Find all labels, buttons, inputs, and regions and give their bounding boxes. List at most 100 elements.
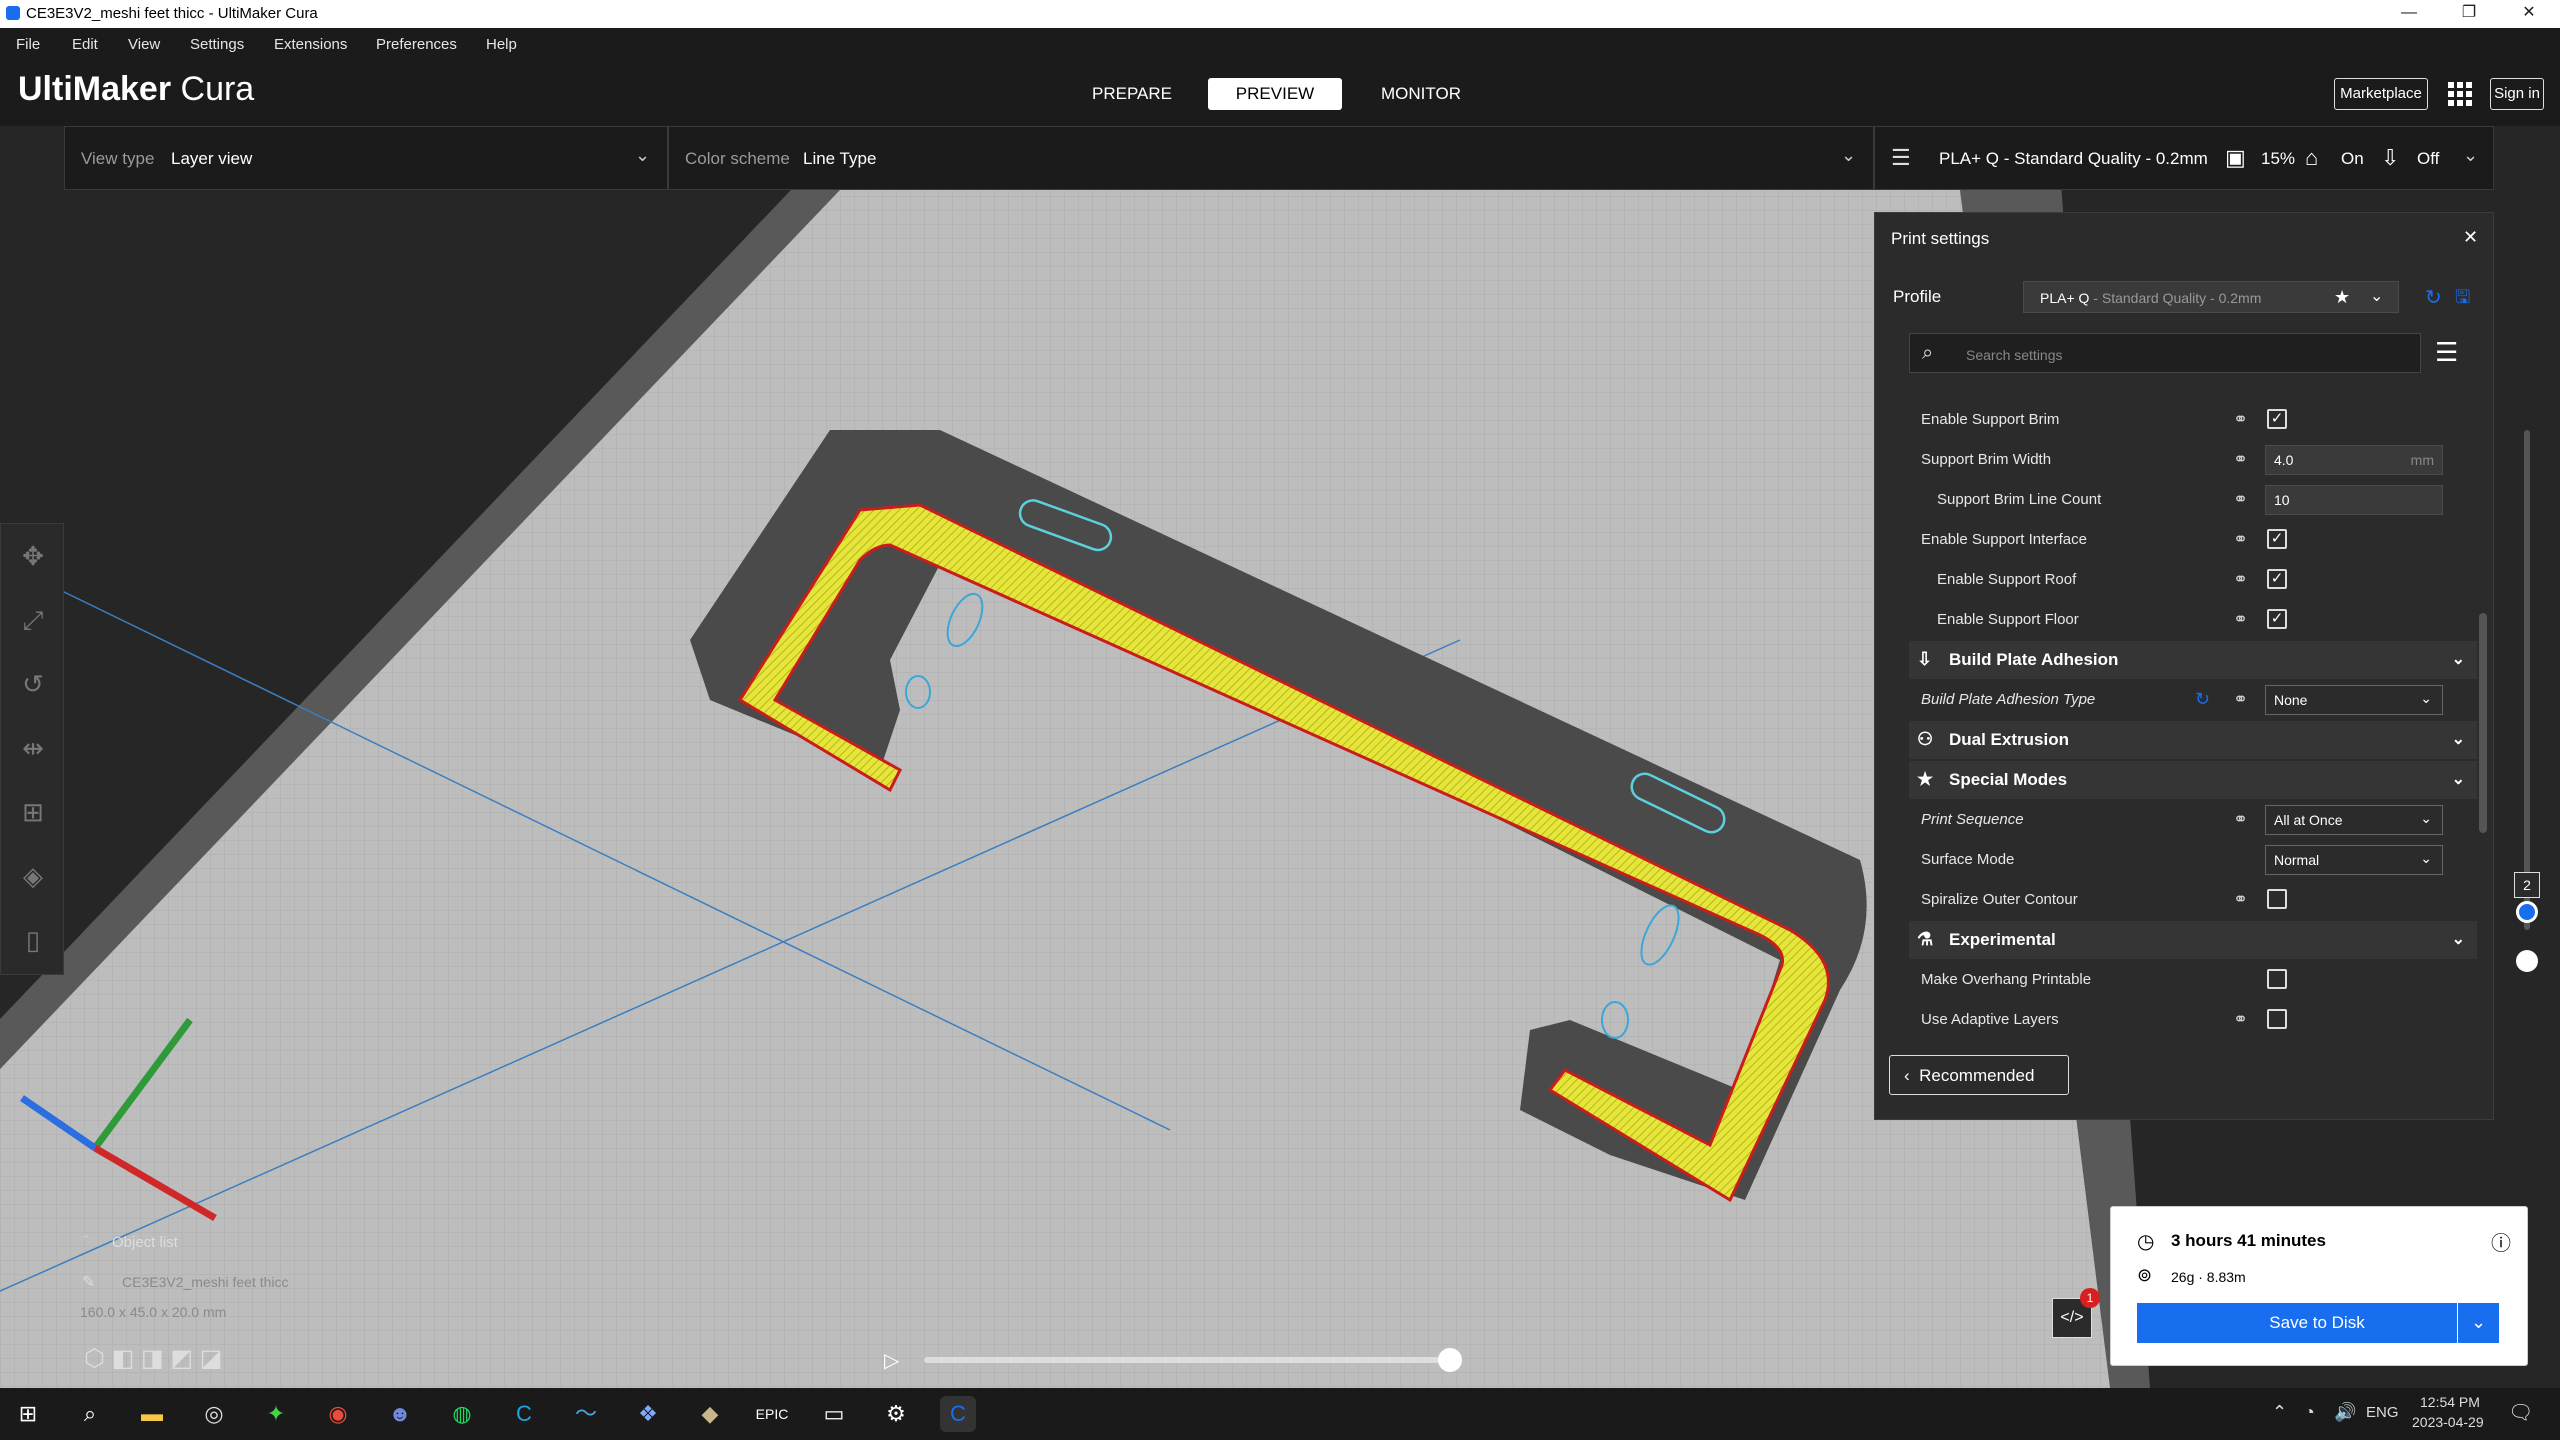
mirror-tool-icon[interactable]: ⇹ — [17, 732, 49, 764]
setting-input[interactable]: 10 — [2265, 485, 2443, 515]
clock-date[interactable]: 2023-04-29 — [2412, 1414, 2484, 1430]
clock-time[interactable]: 12:54 PM — [2420, 1394, 2480, 1410]
playback-track[interactable] — [924, 1357, 1450, 1363]
layer-slider-bottom-handle[interactable] — [2516, 950, 2538, 972]
link-icon[interactable]: ⚭ — [2233, 609, 2253, 629]
color-scheme-selector[interactable]: Color scheme Line Type ⌄ — [668, 126, 1874, 190]
right-view-icon[interactable]: ◪ — [200, 1345, 223, 1372]
scale-tool-icon[interactable]: ⤢ — [17, 604, 49, 636]
move-tool-icon[interactable]: ✥ — [17, 540, 49, 572]
maximize-button[interactable]: ❐ — [2440, 0, 2498, 28]
play-icon[interactable]: ▷ — [884, 1348, 899, 1373]
rotate-tool-icon[interactable]: ↺ — [17, 668, 49, 700]
app-icon-2[interactable]: ◆ — [692, 1396, 728, 1432]
menu-help[interactable]: Help — [486, 36, 517, 53]
setting-checkbox[interactable]: ✓ — [2267, 529, 2287, 549]
per-model-settings-icon[interactable]: ⊞ — [17, 796, 49, 828]
discord-icon[interactable]: ☻ — [382, 1396, 418, 1432]
star-icon[interactable]: ★ — [2334, 287, 2350, 308]
top-view-icon[interactable]: ◨ — [141, 1345, 164, 1372]
dolphin-icon[interactable]: 〜 — [568, 1396, 604, 1432]
apps-grid-icon[interactable] — [2446, 80, 2474, 108]
category-experimental[interactable]: ⚗ Experimental ⌄ — [1909, 921, 2477, 959]
link-icon[interactable]: ⚭ — [2233, 489, 2253, 509]
setting-dropdown[interactable]: All at Once ⌄ — [2265, 805, 2443, 835]
link-icon[interactable]: ⚭ — [2233, 889, 2253, 909]
category-dual-extrusion[interactable]: ⚇ Dual Extrusion ⌄ — [1909, 721, 2477, 759]
setting-dropdown[interactable]: None ⌄ — [2265, 685, 2443, 715]
save-to-disk-button[interactable]: Save to Disk — [2137, 1303, 2497, 1343]
link-icon[interactable]: ⚭ — [2233, 409, 2253, 429]
menu-edit[interactable]: Edit — [72, 36, 98, 53]
network-icon[interactable]: ◔ — [2304, 1402, 2315, 1423]
chevron-up-icon[interactable]: ⌃ — [80, 1232, 92, 1249]
search-settings-input[interactable]: ⌕ Search settings — [1909, 333, 2421, 373]
reset-profile-icon[interactable]: ↻ — [2425, 285, 2442, 310]
playback-handle[interactable] — [1438, 1348, 1462, 1372]
link-icon[interactable]: ⚭ — [2233, 1009, 2253, 1029]
close-panel-icon[interactable]: ✕ — [2463, 227, 2478, 248]
menu-preferences[interactable]: Preferences — [376, 36, 457, 53]
setting-checkbox[interactable]: ✓ — [2267, 409, 2287, 429]
menu-view[interactable]: View — [128, 36, 160, 53]
link-icon[interactable]: ⚭ — [2233, 569, 2253, 589]
sign-in-button[interactable]: Sign in — [2490, 78, 2544, 110]
tray-chevron-icon[interactable]: ⌃ — [2272, 1402, 2287, 1423]
app-icon[interactable]: ❖ — [630, 1396, 666, 1432]
print-setup-selector[interactable]: ☰ PLA+ Q - Standard Quality - 0.2mm ▣ 15… — [1874, 126, 2494, 190]
settings-menu-icon[interactable]: ☰ — [2435, 337, 2458, 368]
layer-slider-top-handle[interactable] — [2516, 901, 2538, 923]
menu-settings[interactable]: Settings — [190, 36, 244, 53]
tab-prepare[interactable]: PREPARE — [1080, 78, 1184, 110]
marketplace-button[interactable]: Marketplace — [2334, 78, 2428, 110]
setting-input[interactable]: 4.0 mm — [2265, 445, 2443, 475]
tab-monitor[interactable]: MONITOR — [1366, 78, 1476, 110]
windows-start-icon[interactable]: ⊞ — [10, 1396, 46, 1432]
layer-slider-track[interactable] — [2524, 430, 2530, 930]
reset-icon[interactable]: ↻ — [2195, 689, 2215, 709]
search-icon[interactable]: ⌕ — [72, 1396, 108, 1432]
link-icon[interactable]: ⚭ — [2233, 529, 2253, 549]
close-window-button[interactable]: ✕ — [2500, 0, 2558, 28]
steam-icon[interactable]: ⚙ — [878, 1396, 914, 1432]
volume-icon[interactable]: 🔊 — [2334, 1402, 2356, 1423]
menu-extensions[interactable]: Extensions — [274, 36, 347, 53]
profile-dropdown[interactable]: PLA+ Q - Standard Quality - 0.2mm ★ ⌄ — [2023, 281, 2399, 313]
notifications-icon[interactable]: 🗨 — [2508, 1400, 2533, 1425]
link-icon[interactable]: ⚭ — [2233, 809, 2253, 829]
3d-view-icon[interactable]: ⬡ — [84, 1345, 105, 1372]
menu-file[interactable]: File — [16, 36, 40, 53]
ultimaker-cura-taskbar-icon[interactable]: C — [940, 1396, 976, 1432]
view-type-selector[interactable]: View type Layer view ⌄ — [64, 126, 668, 190]
chrome-icon[interactable]: ◉ — [320, 1396, 356, 1432]
razer-icon[interactable]: ✦ — [258, 1396, 294, 1432]
support-blocker-icon[interactable]: ◈ — [17, 860, 49, 892]
left-view-icon[interactable]: ◩ — [170, 1345, 193, 1372]
current-layer-badge[interactable]: 2 — [2514, 872, 2540, 898]
category-build-plate-adhesion[interactable]: ⇩ Build Plate Adhesion ⌄ — [1909, 641, 2477, 679]
setting-checkbox[interactable] — [2267, 1009, 2287, 1029]
category-special-modes[interactable]: ★ Special Modes ⌄ — [1909, 761, 2477, 799]
setting-checkbox[interactable] — [2267, 969, 2287, 989]
epic-games-icon[interactable]: EPIC — [754, 1396, 790, 1432]
settings-scrollbar[interactable] — [2479, 613, 2487, 833]
link-icon[interactable]: ⚭ — [2233, 449, 2253, 469]
cylinder-icon[interactable]: ▯ — [17, 924, 49, 956]
recommended-button[interactable]: ‹ Recommended — [1889, 1055, 2069, 1095]
language-indicator[interactable]: ENG — [2366, 1404, 2399, 1421]
setting-checkbox[interactable]: ✓ — [2267, 569, 2287, 589]
save-profile-icon[interactable]: 🖫 — [2455, 285, 2470, 315]
minimize-button[interactable]: — — [2380, 0, 2438, 28]
front-view-icon[interactable]: ◧ — [112, 1345, 135, 1372]
file-explorer-icon[interactable]: ▬ — [134, 1396, 170, 1432]
obs-icon[interactable]: ◎ — [196, 1396, 232, 1432]
edit-icon[interactable]: ✎ — [82, 1272, 95, 1292]
setting-checkbox[interactable] — [2267, 889, 2287, 909]
app-icon-3[interactable]: ▭ — [816, 1396, 852, 1432]
spotify-icon[interactable]: ◍ — [444, 1396, 480, 1432]
setting-checkbox[interactable]: ✓ — [2267, 609, 2287, 629]
link-icon[interactable]: ⚭ — [2233, 689, 2253, 709]
save-options-chevron-icon[interactable]: ⌄ — [2457, 1303, 2499, 1343]
info-icon[interactable]: ⓘ — [2491, 1227, 2511, 1256]
tab-preview[interactable]: PREVIEW — [1208, 78, 1342, 110]
